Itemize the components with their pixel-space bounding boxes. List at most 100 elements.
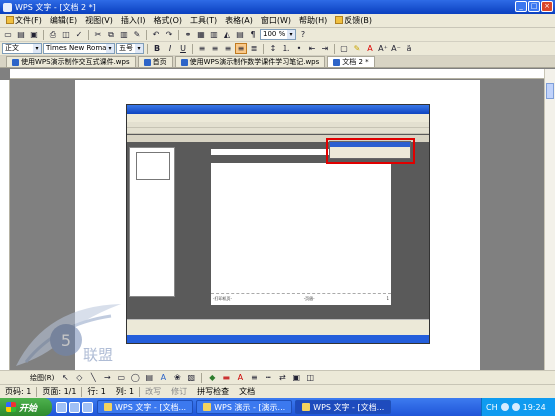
ie-icon[interactable] <box>56 401 67 413</box>
menu-window[interactable]: 窗口(W) <box>257 15 295 26</box>
fill-color-icon[interactable]: ◆ <box>206 372 218 383</box>
copy-icon[interactable]: ⧉ <box>105 29 117 40</box>
3d-icon[interactable]: ◫ <box>304 372 316 383</box>
rectangle-icon[interactable]: ▭ <box>115 372 127 383</box>
print-preview-icon[interactable]: ◫ <box>60 29 72 40</box>
hyperlink-icon[interactable]: ⚭ <box>182 29 194 40</box>
show-marks-icon[interactable]: ¶ <box>247 29 259 40</box>
minimize-button[interactable]: _ <box>515 1 527 12</box>
menu-view[interactable]: 视图(V) <box>81 15 117 26</box>
menu-insert[interactable]: 插入(I) <box>117 15 150 26</box>
scroll-thumb[interactable] <box>546 83 554 99</box>
arrow-icon[interactable]: → <box>101 372 113 383</box>
cut-icon[interactable]: ✂ <box>92 29 104 40</box>
redo-icon[interactable]: ↷ <box>163 29 175 40</box>
textbox-icon[interactable]: ▤ <box>143 372 155 383</box>
drawing-icon[interactable]: ◭ <box>221 29 233 40</box>
menu-table[interactable]: 表格(A) <box>221 15 257 26</box>
underline-button[interactable]: U <box>177 43 189 54</box>
highlight-icon[interactable]: ✎ <box>351 43 363 54</box>
menu-tools[interactable]: 工具(T) <box>186 15 221 26</box>
zoom-combo[interactable]: 100 % ▾ <box>260 29 296 40</box>
columns-icon[interactable]: ▥ <box>208 29 220 40</box>
status-track[interactable]: 修订 <box>166 386 192 397</box>
paste-icon[interactable]: ▥ <box>118 29 130 40</box>
table-icon[interactable]: ▦ <box>195 29 207 40</box>
taskbar-item[interactable]: WPS 文字 - [文档... <box>97 400 194 414</box>
font-combo[interactable]: Times New Roman ▾ <box>43 43 115 54</box>
grow-font-icon[interactable]: A⁺ <box>377 43 389 54</box>
media-icon[interactable] <box>82 401 93 413</box>
line-spacing-icon[interactable]: ↕ <box>267 43 279 54</box>
taskbar-item-active[interactable]: WPS 文字 - [文档... <box>295 400 392 414</box>
italic-button[interactable]: I <box>164 43 176 54</box>
undo-icon[interactable]: ↶ <box>150 29 162 40</box>
dash-style-icon[interactable]: ┅ <box>262 372 274 383</box>
font-color-icon[interactable]: A <box>234 372 246 383</box>
tab-home[interactable]: 首页 <box>137 56 173 67</box>
wordart-icon[interactable]: A <box>157 372 169 383</box>
tab-document-1[interactable]: 使用WPS演示制作交互式课件.wps <box>6 56 136 67</box>
menu-edit[interactable]: 编辑(E) <box>46 15 81 26</box>
font-size-combo[interactable]: 五号 ▾ <box>116 43 144 54</box>
tab-document-2[interactable]: 使用WPS演示制作数学课件学习笔记.wps <box>174 56 326 67</box>
wps-presentation-icon <box>203 403 212 411</box>
desktop-icon[interactable] <box>69 401 80 413</box>
phonetic-icon[interactable]: ä <box>403 43 415 54</box>
chevron-down-icon: ▾ <box>287 30 295 39</box>
align-right-icon[interactable]: ≡ <box>222 43 234 54</box>
picture-icon[interactable]: ▧ <box>185 372 197 383</box>
align-center-icon[interactable]: ≡ <box>209 43 221 54</box>
save-icon[interactable]: ▣ <box>28 29 40 40</box>
line-color-icon[interactable]: ▬ <box>220 372 232 383</box>
embedded-status-bar <box>127 328 429 335</box>
style-combo[interactable]: 正文 ▾ <box>2 43 42 54</box>
menu-help[interactable]: 帮助(H) <box>295 15 331 26</box>
help-icon[interactable]: ? <box>297 29 309 40</box>
restore-button[interactable]: □ <box>528 1 540 12</box>
taskbar-item[interactable]: WPS 演示 - [演示... <box>196 400 293 414</box>
network-icon[interactable] <box>500 403 509 411</box>
distributed-icon[interactable]: ≣ <box>248 43 260 54</box>
border-icon[interactable]: ▢ <box>338 43 350 54</box>
doc-map-icon[interactable]: ▤ <box>234 29 246 40</box>
spellcheck-icon[interactable]: ✓ <box>73 29 85 40</box>
shadow-icon[interactable]: ▣ <box>290 372 302 383</box>
menu-format[interactable]: 格式(O) <box>149 15 186 26</box>
status-doc[interactable]: 文档 <box>234 386 260 397</box>
numbering-icon[interactable]: ⒈ <box>280 43 292 54</box>
close-button[interactable]: × <box>541 1 553 12</box>
wps-writer-icon <box>302 403 311 411</box>
embedded-screenshot[interactable]: -打印机页- -页眉- 1 <box>126 104 430 344</box>
menu-file[interactable]: 文件(F) <box>2 15 46 26</box>
justify-icon[interactable]: ≡ <box>235 43 247 54</box>
volume-icon[interactable] <box>511 403 520 411</box>
align-left-icon[interactable]: ≡ <box>196 43 208 54</box>
select-arrow-icon[interactable]: ↖ <box>59 372 71 383</box>
decrease-indent-icon[interactable]: ⇤ <box>306 43 318 54</box>
vertical-scrollbar[interactable] <box>544 69 555 370</box>
new-document-icon[interactable]: ▭ <box>2 29 14 40</box>
ime-indicator[interactable]: CH <box>486 403 498 412</box>
arrow-style-icon[interactable]: ⇄ <box>276 372 288 383</box>
format-painter-icon[interactable]: ✎ <box>131 29 143 40</box>
clipart-icon[interactable]: ❀ <box>171 372 183 383</box>
bold-button[interactable]: B <box>151 43 163 54</box>
bullets-icon[interactable]: • <box>293 43 305 54</box>
drawing-menu[interactable]: 绘图(R) <box>30 373 54 383</box>
start-button[interactable]: 开始 <box>0 398 52 416</box>
menu-feedback[interactable]: 反馈(B) <box>331 15 376 26</box>
open-folder-icon[interactable]: ▤ <box>15 29 27 40</box>
status-spellcheck[interactable]: 拼写检查 <box>192 386 234 397</box>
line-icon[interactable]: ╲ <box>87 372 99 383</box>
autoshapes-icon[interactable]: ◇ <box>73 372 85 383</box>
shrink-font-icon[interactable]: A⁻ <box>390 43 402 54</box>
tab-document-active[interactable]: 文档 2 * <box>327 56 375 67</box>
print-icon[interactable]: ⎙ <box>47 29 59 40</box>
increase-indent-icon[interactable]: ⇥ <box>319 43 331 54</box>
font-color-icon[interactable]: A <box>364 43 376 54</box>
horizontal-ruler[interactable] <box>10 69 544 79</box>
oval-icon[interactable]: ◯ <box>129 372 141 383</box>
line-style-icon[interactable]: ≡ <box>248 372 260 383</box>
status-overwrite[interactable]: 改写 <box>140 386 166 397</box>
